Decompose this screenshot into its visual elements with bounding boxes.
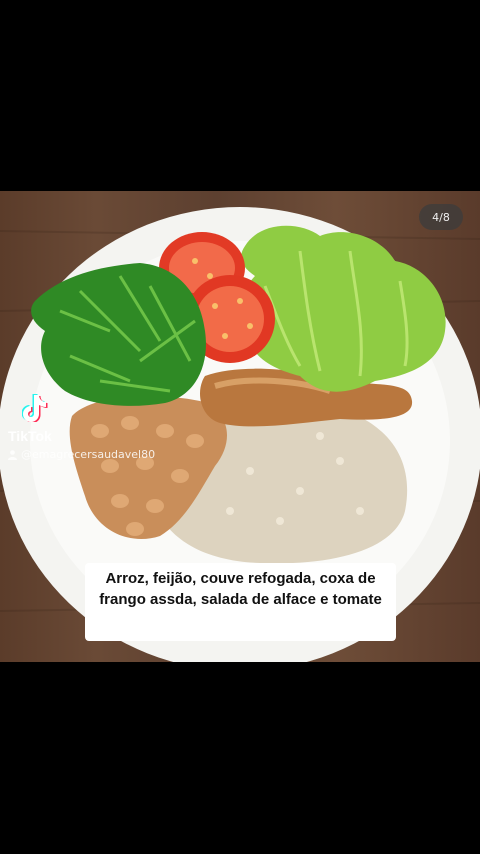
tiktok-handle: @emagrecersaudavel80 bbox=[21, 448, 156, 461]
image-counter: 4/8 bbox=[419, 204, 463, 230]
person-icon bbox=[8, 449, 17, 460]
image-counter-label: 4/8 bbox=[432, 210, 450, 224]
tiktok-watermark: TikTok @emagrecersaudavel80 bbox=[8, 392, 155, 461]
tiktok-brand: TikTok bbox=[8, 428, 52, 444]
tiktok-handle-row: @emagrecersaudavel80 bbox=[8, 448, 155, 461]
tiktok-logo-icon bbox=[21, 394, 48, 423]
caption-box: Arroz, feijão, couve refogada, coxa de f… bbox=[85, 563, 396, 641]
caption-text: Arroz, feijão, couve refogada, coxa de f… bbox=[99, 570, 382, 608]
